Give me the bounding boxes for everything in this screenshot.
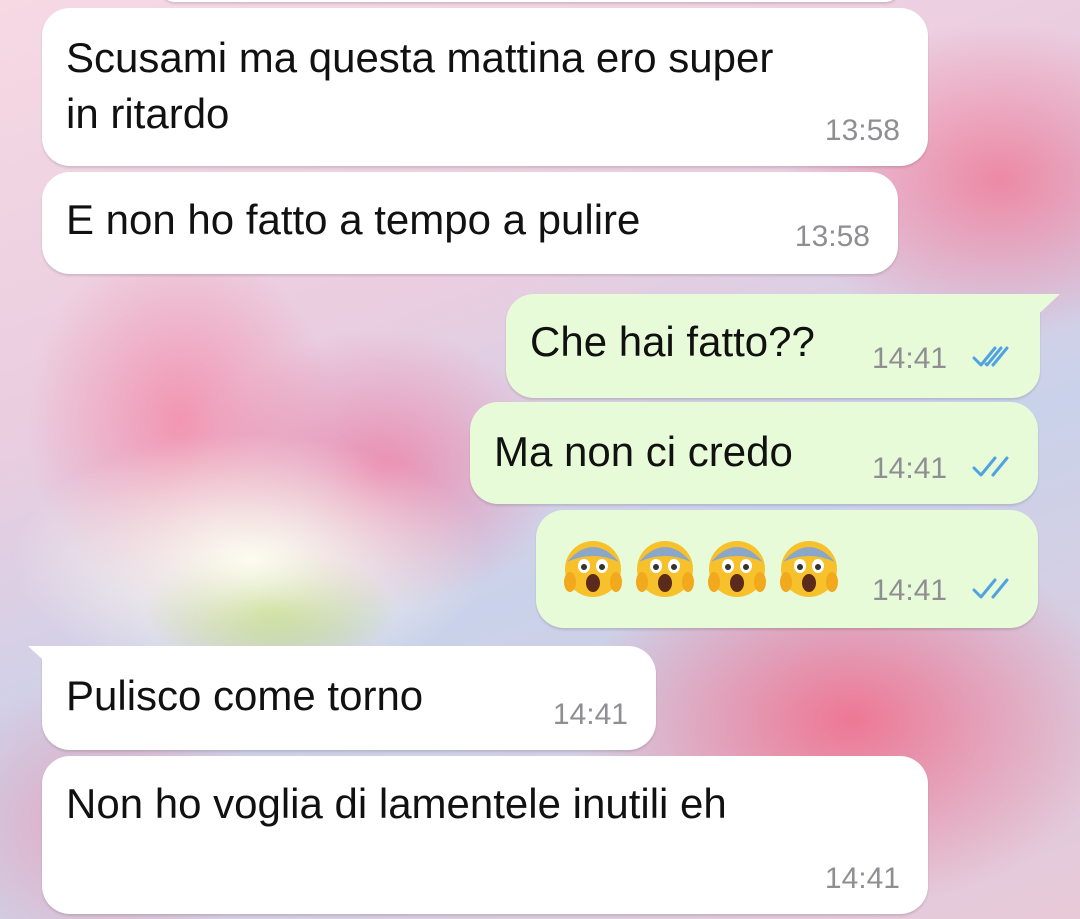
message-timestamp: 14:41 [872, 574, 948, 607]
message-timestamp: 14:41 [552, 698, 628, 731]
double-check-icon [972, 456, 1009, 477]
message-text: E non ho fatto a tempo a pulire [66, 196, 641, 243]
screaming-face-emoji-icon [636, 541, 694, 597]
message-text: Ma non ci credo [494, 428, 793, 475]
message-timestamp: 13:58 [794, 220, 870, 253]
previous-message-bubble-edge [160, 0, 900, 2]
screaming-face-emoji-icon [780, 541, 838, 597]
message-text: Che hai fatto?? [530, 318, 815, 365]
bubble-tail [1030, 294, 1060, 322]
message-timestamp: 14:41 [824, 862, 900, 895]
message-text: Pulisco come torno [66, 672, 424, 719]
message-text: Non ho voglia di lamentele inutili eh [66, 780, 727, 827]
message-bubble-outgoing[interactable]: 14:41 [536, 510, 1038, 628]
message-timestamp: 14:41 [872, 452, 948, 485]
message-timestamp: 14:41 [872, 342, 948, 375]
message-text: Scusami ma questa mattina ero super [66, 34, 774, 81]
message-text: in ritardo [66, 90, 230, 137]
message-bubble-incoming[interactable]: E non ho fatto a tempo a pulire 13:58 [42, 172, 898, 274]
bubble-tail [28, 646, 54, 670]
message-bubble-outgoing[interactable]: Ma non ci credo 14:41 [470, 402, 1038, 504]
screaming-face-emoji-icon [564, 541, 622, 597]
message-timestamp: 13:58 [824, 114, 900, 147]
message-bubble-incoming[interactable]: Scusami ma questa mattina ero super in r… [42, 8, 928, 166]
message-bubble-outgoing[interactable]: Che hai fatto?? 14:41 [506, 294, 1060, 398]
double-check-icon [972, 578, 1009, 599]
double-check-icon [972, 346, 1009, 367]
message-bubble-incoming[interactable]: Non ho voglia di lamentele inutili eh 14… [42, 756, 928, 914]
screaming-face-emoji-icon [708, 541, 766, 597]
message-bubble-incoming[interactable]: Pulisco come torno 14:41 [28, 646, 656, 750]
